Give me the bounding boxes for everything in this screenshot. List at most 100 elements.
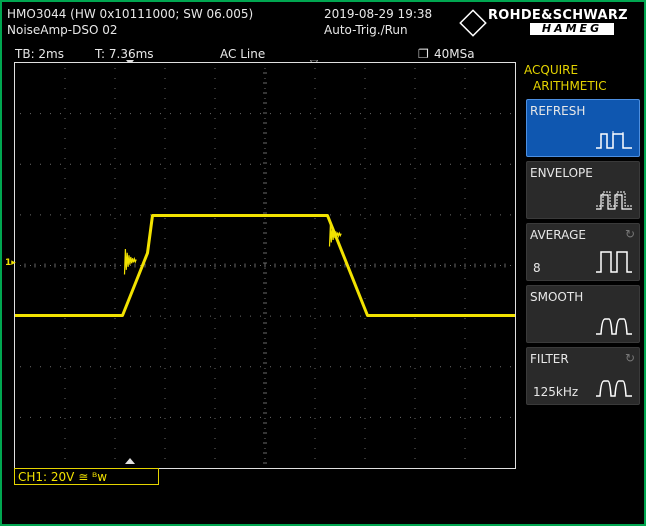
- channel-1-marker[interactable]: 1▸: [5, 258, 16, 268]
- menu-button-refresh[interactable]: REFRESH: [526, 99, 640, 157]
- grid-dot: [314, 308, 316, 309]
- grid-dot: [200, 113, 201, 115]
- grid-dot: [70, 214, 71, 216]
- grid-dot: [420, 416, 421, 418]
- grid-dot: [510, 163, 511, 165]
- channel-1-label[interactable]: CH1: 20V ≅ ᴮᴡ: [14, 468, 159, 485]
- grid-dot: [364, 318, 366, 319]
- grid-dot: [414, 398, 416, 399]
- grid-dot: [264, 88, 266, 89]
- grid-dot: [220, 366, 221, 368]
- grid-dot: [314, 68, 316, 69]
- grid-dot: [110, 366, 111, 368]
- grid-dot: [20, 265, 21, 266]
- grid-dot: [400, 366, 401, 368]
- grid-dot: [314, 178, 316, 179]
- ringing-burst: [123, 248, 137, 275]
- grid-dot: [150, 366, 151, 368]
- grid-dot: [290, 113, 291, 115]
- grid-dot: [370, 214, 371, 216]
- grid-dot: [110, 214, 111, 216]
- grid-dot: [414, 138, 416, 139]
- grid-dot: [464, 238, 466, 239]
- grid-dot: [500, 265, 501, 266]
- grid-dot: [290, 265, 291, 266]
- grid-dot: [414, 188, 416, 189]
- grid-dot: [414, 88, 416, 89]
- grid-dot: [214, 158, 216, 159]
- grid-dot: [340, 113, 341, 115]
- grid-dot: [364, 448, 366, 449]
- grid-dot: [190, 315, 191, 317]
- timebase-readout[interactable]: TB: 2ms: [15, 47, 64, 61]
- menu-button-filter[interactable]: FILTER ↻ 125kHz: [526, 347, 640, 405]
- grid-dot: [450, 163, 451, 165]
- grid-dot: [360, 163, 361, 165]
- grid-dot: [450, 214, 451, 216]
- grid-dot: [464, 288, 466, 289]
- grid-dot: [164, 338, 166, 339]
- grid-dot: [214, 138, 216, 139]
- grid-dot: [64, 408, 66, 409]
- grid-dot: [64, 268, 66, 269]
- grid-dot: [90, 163, 91, 165]
- grid-dot: [164, 448, 166, 449]
- grid-dot: [264, 268, 266, 269]
- grid-dot: [164, 308, 166, 309]
- grid-dot: [460, 366, 461, 368]
- grid-dot: [400, 265, 401, 266]
- grid-dot: [500, 214, 501, 216]
- grid-dot: [40, 265, 41, 266]
- grid-dot: [264, 288, 266, 289]
- grid-dot: [164, 128, 166, 129]
- grid-dot: [500, 416, 501, 418]
- grid-dot: [464, 388, 466, 389]
- grid-dot: [340, 366, 341, 368]
- grid-dot: [220, 315, 221, 317]
- trigger-source-readout[interactable]: AC Line: [220, 47, 265, 61]
- grid-dot: [360, 416, 361, 418]
- grid-dot: [114, 78, 116, 79]
- grid-dot: [330, 113, 331, 115]
- grid-dot: [140, 214, 141, 216]
- grid-dot: [80, 214, 81, 216]
- grid-dot: [360, 113, 361, 115]
- grid-dot: [264, 258, 266, 259]
- grid-dot: [214, 268, 216, 269]
- grid-dot: [364, 298, 366, 299]
- trigger-time-readout[interactable]: T: 7.36ms: [95, 47, 154, 61]
- grid-dot: [170, 366, 171, 368]
- grid-dot: [214, 278, 216, 279]
- grid-dot: [114, 378, 116, 379]
- grid-dot: [214, 198, 216, 199]
- grid-dot: [364, 68, 366, 69]
- grid-dot: [80, 366, 81, 368]
- average-wave-icon: [596, 251, 632, 273]
- grid-dot: [164, 378, 166, 379]
- grid-dot: [90, 366, 91, 368]
- grid-dot: [214, 348, 216, 349]
- grid-dot: [250, 265, 251, 266]
- grid-dot: [414, 358, 416, 359]
- menu-button-average[interactable]: AVERAGE ↻ 8: [526, 223, 640, 281]
- grid-dot: [130, 113, 131, 115]
- grid-dot: [214, 378, 216, 379]
- grid-dot: [114, 198, 116, 199]
- grid-dot: [314, 428, 316, 429]
- grid-dot: [120, 163, 121, 165]
- menu-button-envelope[interactable]: ENVELOPE: [526, 161, 640, 219]
- grid-dot: [364, 398, 366, 399]
- grid-dot: [190, 366, 191, 368]
- grid-dot: [64, 78, 66, 79]
- waveform-display[interactable]: [14, 62, 516, 469]
- grid-dot: [314, 188, 316, 189]
- grid-dot: [214, 308, 216, 309]
- grid-dot: [164, 118, 166, 119]
- grid-dot: [30, 214, 31, 216]
- grid-dot: [390, 366, 391, 368]
- grid-dot: [250, 315, 251, 317]
- grid-dot: [314, 328, 316, 329]
- menu-button-smooth[interactable]: SMOOTH: [526, 285, 640, 343]
- grid-dot: [364, 118, 366, 119]
- grid-dot: [164, 248, 166, 249]
